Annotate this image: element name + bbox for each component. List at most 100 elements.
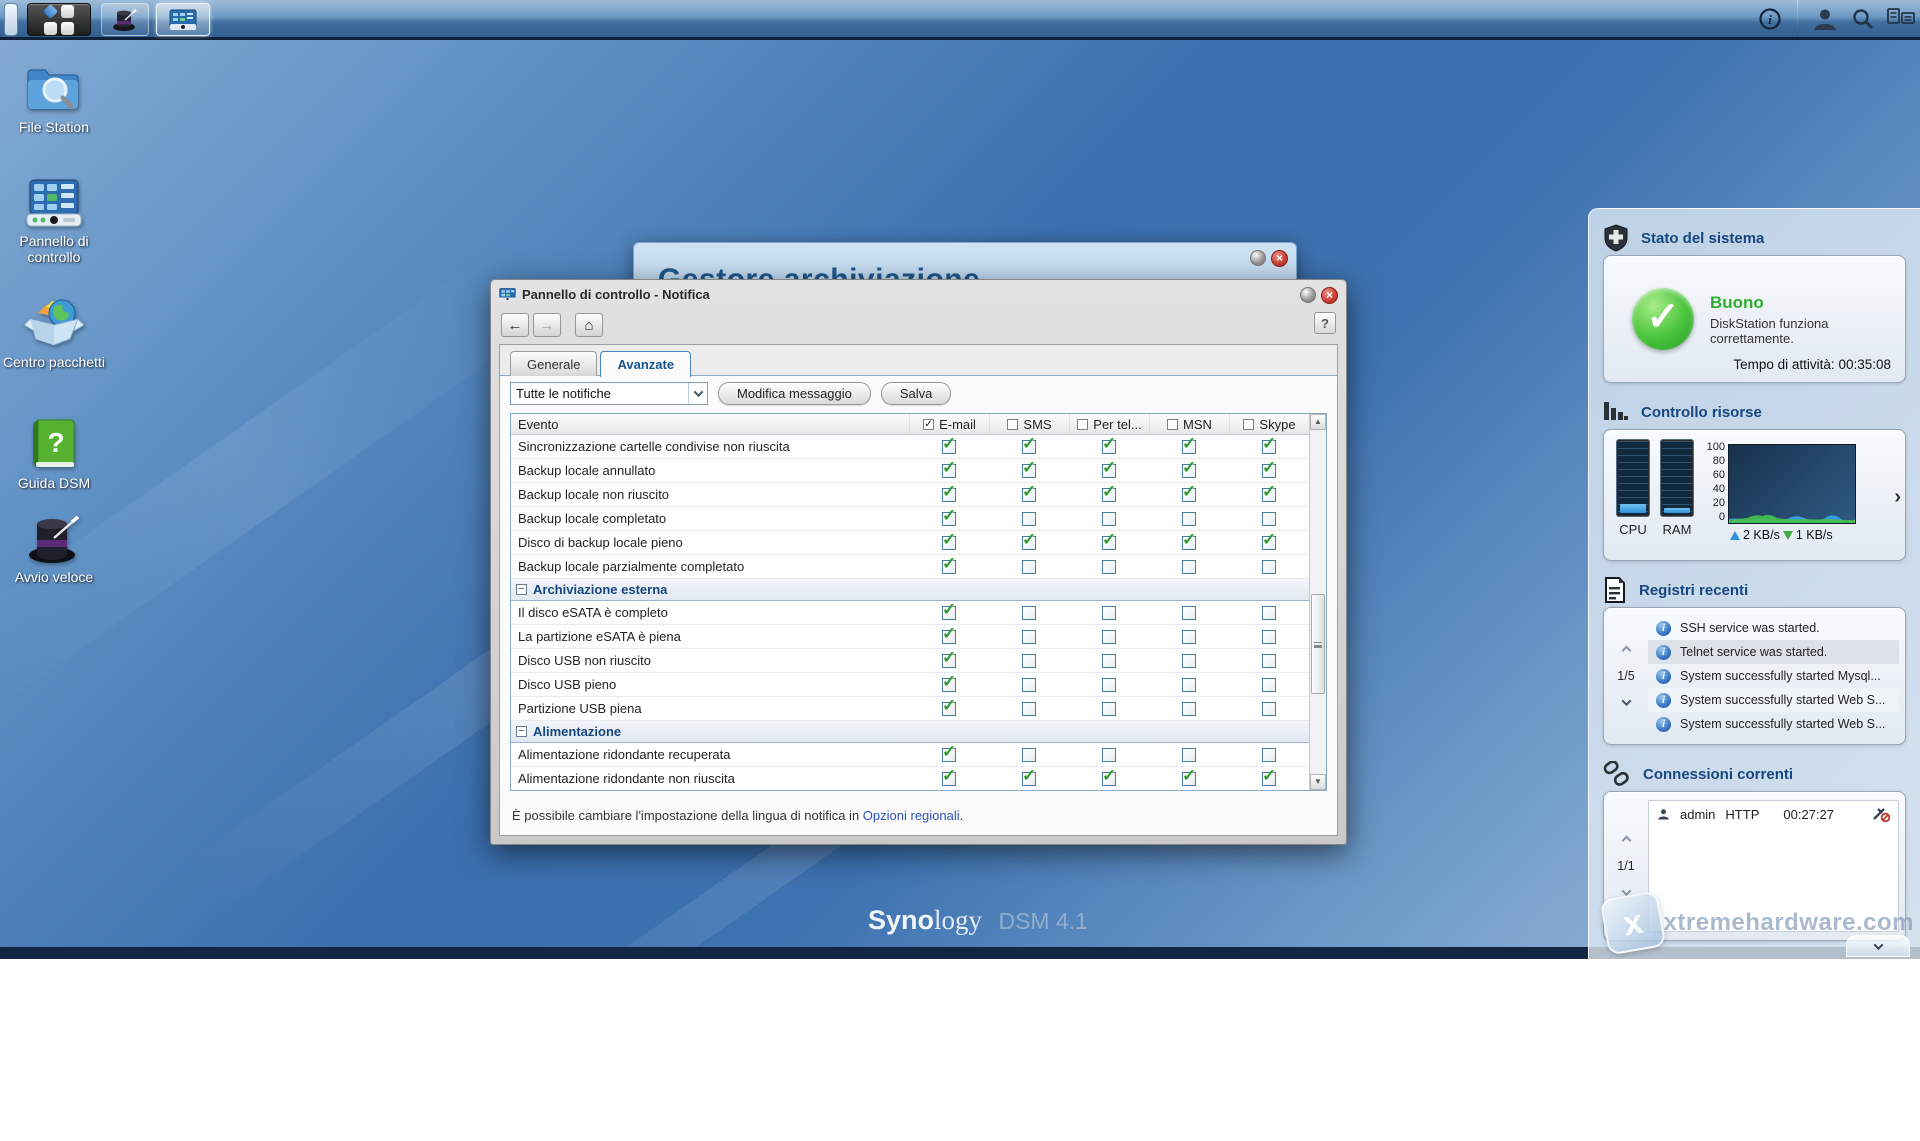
notification-checkbox[interactable]: ✓ [942, 606, 956, 620]
event-row[interactable]: La partizione eSATA è piena✓ [511, 625, 1309, 649]
user-icon[interactable] [1806, 4, 1844, 34]
event-row[interactable]: Disco USB non riuscito✓ [511, 649, 1309, 673]
notification-checkbox[interactable] [1182, 630, 1196, 644]
page-up-button[interactable] [1623, 641, 1630, 659]
notification-checkbox[interactable]: ✓ [942, 536, 956, 550]
page-down-button[interactable] [1623, 883, 1630, 901]
notification-checkbox[interactable]: ✓ [1102, 464, 1116, 478]
notification-checkbox[interactable]: ✓ [942, 488, 956, 502]
dialog-titlebar[interactable]: Pannello di controllo - Notifica × [491, 280, 1346, 308]
notification-checkbox[interactable]: ✓ [1262, 488, 1276, 502]
collapse-section-icon[interactable]: − [516, 726, 527, 737]
notification-checkbox[interactable]: ✓ [1182, 488, 1196, 502]
search-icon[interactable] [1844, 4, 1882, 34]
notification-filter-select[interactable]: Tutte le notifiche [510, 382, 708, 405]
event-row[interactable]: Alimentazione ridondante recuperata✓ [511, 743, 1309, 767]
notification-checkbox[interactable] [1262, 654, 1276, 668]
save-button[interactable]: Salva [881, 382, 952, 405]
page-down-button[interactable] [1623, 693, 1630, 711]
forward-button[interactable]: → [533, 313, 561, 337]
notification-checkbox[interactable] [1262, 702, 1276, 716]
notification-checkbox[interactable]: ✓ [942, 678, 956, 692]
notification-checkbox[interactable] [1262, 560, 1276, 574]
notification-checkbox[interactable]: ✓ [1262, 536, 1276, 550]
show-desktop-button[interactable] [4, 3, 18, 36]
tab-generale[interactable]: Generale [510, 351, 597, 376]
notification-checkbox[interactable]: ✓ [942, 654, 956, 668]
notification-checkbox[interactable]: ✓ [1102, 772, 1116, 786]
notification-checkbox[interactable]: ✓ [1022, 536, 1036, 550]
notification-checkbox[interactable] [1102, 560, 1116, 574]
scroll-up-arrow[interactable]: ▲ [1310, 414, 1326, 430]
notification-checkbox[interactable] [1022, 748, 1036, 762]
scroll-thumb[interactable] [1311, 594, 1325, 694]
minimize-button[interactable] [1250, 250, 1266, 266]
notification-checkbox[interactable] [1102, 630, 1116, 644]
notification-checkbox[interactable] [1102, 678, 1116, 692]
channel-select-all-checkbox[interactable] [1243, 419, 1254, 430]
notification-checkbox[interactable]: ✓ [942, 748, 956, 762]
channel-select-all-checkbox[interactable] [1167, 419, 1178, 430]
notification-checkbox[interactable]: ✓ [1102, 488, 1116, 502]
event-row[interactable]: Il disco eSATA è completo✓ [511, 601, 1309, 625]
notification-checkbox[interactable]: ✓ [1182, 464, 1196, 478]
notification-checkbox[interactable] [1262, 748, 1276, 762]
regional-options-link[interactable]: Opzioni regionali [863, 808, 960, 823]
connection-row[interactable]: admin HTTP 00:27:27 [1649, 801, 1898, 827]
notification-checkbox[interactable] [1262, 512, 1276, 526]
desktop-icon-file-station[interactable]: File Station [2, 60, 106, 135]
event-row[interactable]: Backup locale parzialmente completato✓ [511, 555, 1309, 579]
scroll-down-arrow[interactable]: ▼ [1310, 774, 1326, 790]
notification-checkbox[interactable]: ✓ [942, 630, 956, 644]
event-row[interactable]: Sincronizzazione cartelle condivise non … [511, 435, 1309, 459]
notification-checkbox[interactable] [1102, 512, 1116, 526]
log-row[interactable]: iTelnet service was started. [1648, 640, 1899, 664]
close-icon[interactable]: × [1321, 287, 1338, 304]
event-row[interactable]: Backup locale annullato✓✓✓✓✓ [511, 459, 1309, 483]
channel-select-all-checkbox[interactable]: ✓ [923, 419, 934, 430]
notification-checkbox[interactable]: ✓ [1022, 464, 1036, 478]
log-row[interactable]: iSystem successfully started Web S... [1648, 688, 1899, 712]
event-row[interactable]: Backup locale non riuscito✓✓✓✓✓ [511, 483, 1309, 507]
notification-checkbox[interactable]: ✓ [1102, 440, 1116, 454]
notification-checkbox[interactable]: ✓ [1022, 488, 1036, 502]
desktop-icon-package-center[interactable]: Centro pacchetti [2, 295, 106, 370]
notification-checkbox[interactable]: ✓ [1262, 440, 1276, 454]
log-row[interactable]: iSystem successfully started Mysql... [1648, 664, 1899, 688]
info-icon[interactable]: i [1751, 4, 1789, 34]
notification-checkbox[interactable] [1182, 702, 1196, 716]
main-menu-button[interactable] [27, 3, 91, 36]
notification-checkbox[interactable] [1182, 748, 1196, 762]
resource-detail-button[interactable]: › [1894, 486, 1901, 509]
notification-checkbox[interactable] [1102, 748, 1116, 762]
taskbar-control-panel-button[interactable] [156, 3, 210, 36]
log-row[interactable]: iSystem successfully started Web S... [1648, 712, 1899, 736]
desktop-icon-control-panel[interactable]: Pannello di controllo [2, 178, 106, 265]
notification-checkbox[interactable] [1262, 630, 1276, 644]
notification-checkbox[interactable] [1022, 606, 1036, 620]
notification-checkbox[interactable]: ✓ [942, 464, 956, 478]
notification-checkbox[interactable] [1262, 606, 1276, 620]
home-button[interactable]: ⌂ [575, 313, 603, 337]
channel-select-all-checkbox[interactable] [1077, 419, 1088, 430]
collapse-section-icon[interactable]: − [516, 584, 527, 595]
notification-checkbox[interactable] [1182, 678, 1196, 692]
help-button[interactable]: ? [1314, 312, 1336, 334]
notification-checkbox[interactable]: ✓ [942, 702, 956, 716]
desktop-icon-dsm-help[interactable]: ? Guida DSM [2, 416, 106, 491]
event-row[interactable]: Backup locale completato✓ [511, 507, 1309, 531]
notification-checkbox[interactable] [1022, 512, 1036, 526]
desktop-icon-quick-start[interactable]: Avvio veloce [2, 512, 106, 585]
notification-checkbox[interactable]: ✓ [942, 440, 956, 454]
notification-checkbox[interactable] [1102, 654, 1116, 668]
notification-checkbox[interactable]: ✓ [1022, 440, 1036, 454]
notification-checkbox[interactable]: ✓ [1022, 772, 1036, 786]
notification-checkbox[interactable] [1022, 560, 1036, 574]
page-up-button[interactable] [1623, 831, 1630, 849]
notification-checkbox[interactable]: ✓ [1102, 536, 1116, 550]
widget-panel-collapse-button[interactable] [1846, 935, 1910, 957]
notification-checkbox[interactable] [1182, 654, 1196, 668]
minimize-button[interactable] [1300, 287, 1316, 303]
notification-checkbox[interactable]: ✓ [1182, 772, 1196, 786]
notification-checkbox[interactable] [1102, 702, 1116, 716]
